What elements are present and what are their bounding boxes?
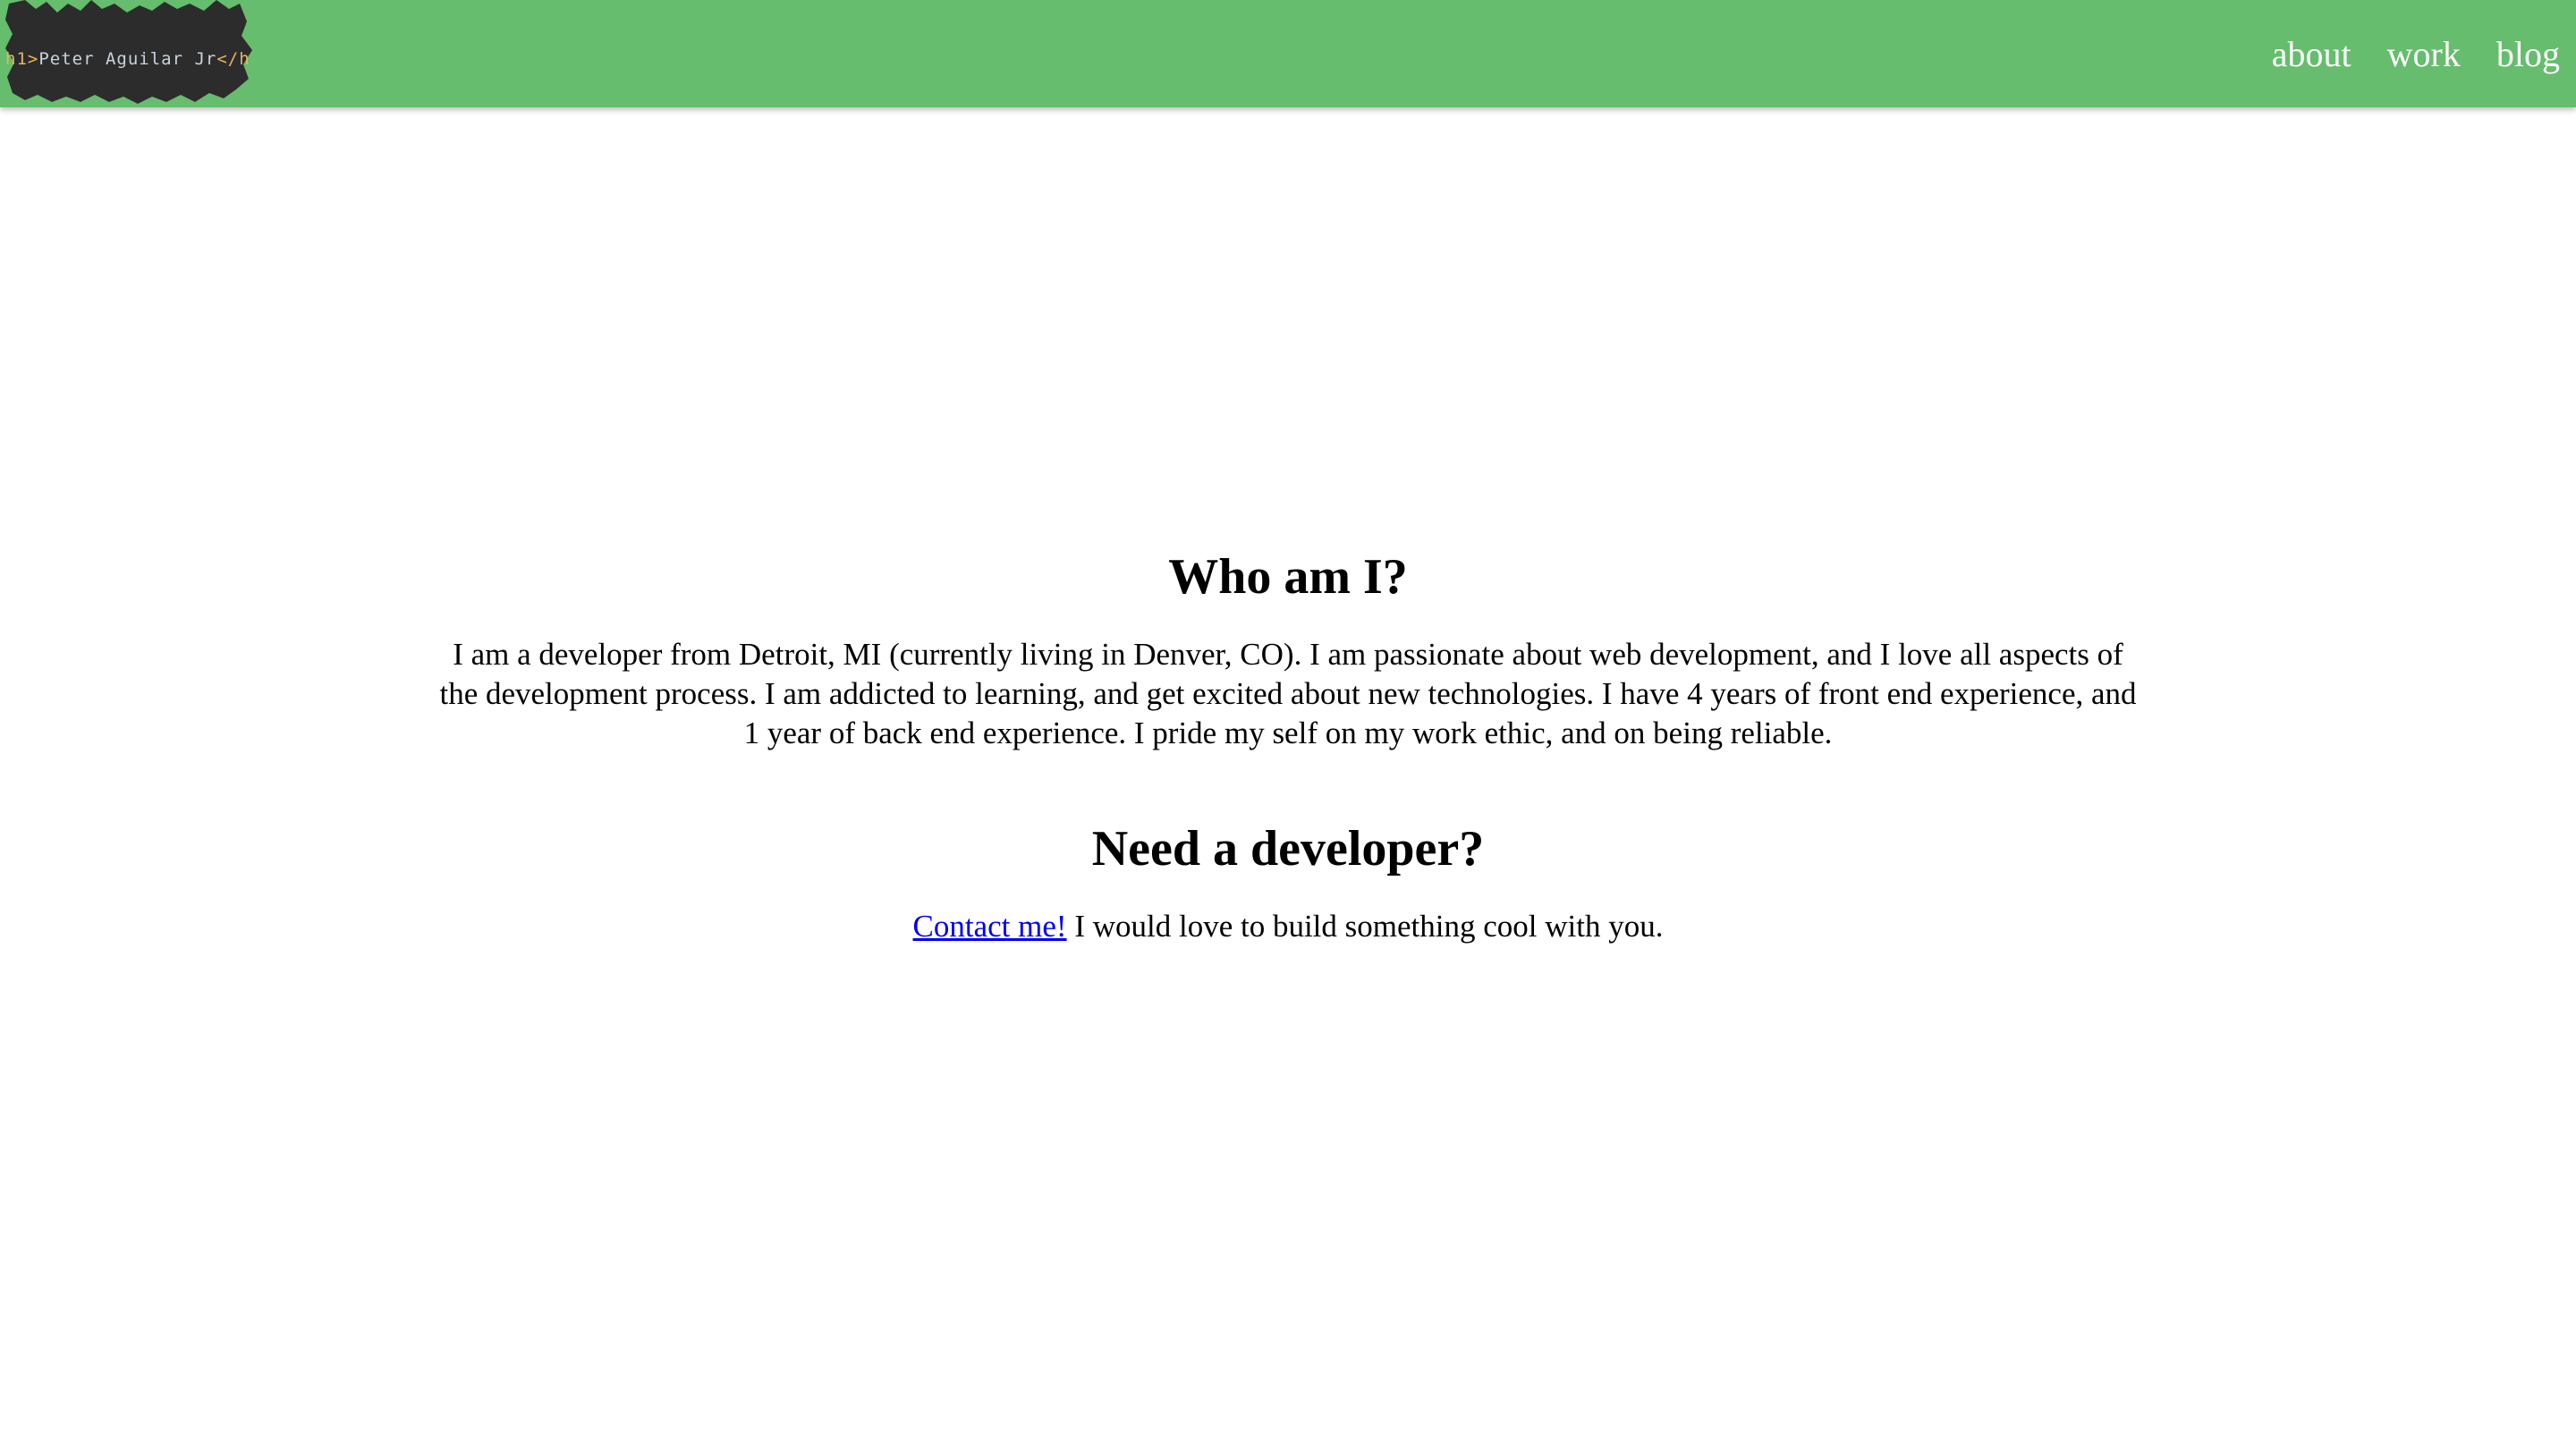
nav-link-about[interactable]: about [2272, 35, 2351, 72]
about-heading: Who am I? [1168, 549, 1408, 605]
nav-link-blog[interactable]: blog [2496, 35, 2560, 72]
logo-code-text: h1>Peter Aguilar Jr</h [5, 49, 250, 69]
main-nav: about work blog [2236, 0, 2560, 107]
contact-line: Contact me! I would love to build someth… [429, 907, 2147, 946]
site-logo[interactable]: h1>Peter Aguilar Jr</h [5, 0, 252, 104]
nav-link-work[interactable]: work [2387, 35, 2461, 72]
hire-heading: Need a developer? [1091, 821, 1485, 877]
about-paragraph: I am a developer from Detroit, MI (curre… [439, 637, 2137, 750]
contact-link[interactable]: Contact me! [913, 909, 1067, 944]
top-navbar: h1>Peter Aguilar Jr</h about work blog [0, 0, 2576, 107]
contact-text: I would love to build something cool wit… [1066, 909, 1664, 944]
main-content: Who am I? I am a developer from Detroit,… [429, 537, 2147, 978]
